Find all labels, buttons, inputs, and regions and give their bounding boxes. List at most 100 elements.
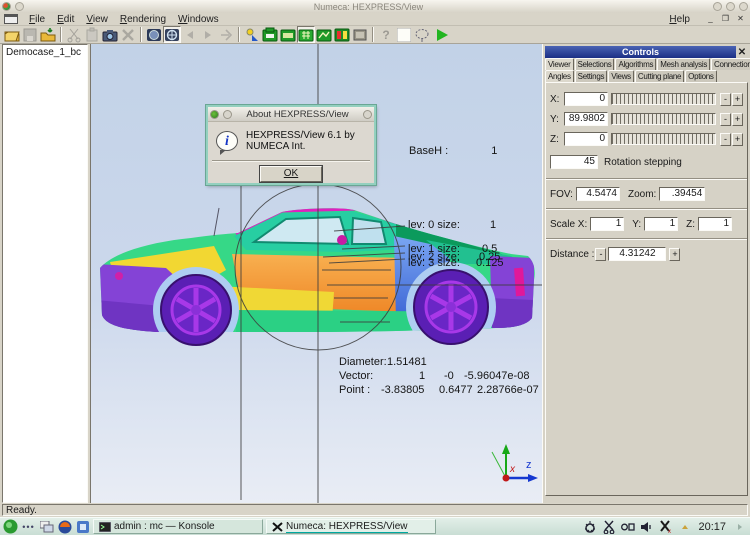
mesh-info-icon[interactable]: [333, 26, 351, 43]
panel-hide-arrow[interactable]: [677, 519, 692, 534]
tab-angles[interactable]: Angles: [545, 70, 574, 82]
tab-options[interactable]: Options: [685, 70, 716, 82]
minimize-button[interactable]: [713, 2, 722, 11]
tab-cutting-plane[interactable]: Cutting plane: [635, 70, 684, 82]
tab-mesh-analysis[interactable]: Mesh analysis: [657, 58, 710, 70]
tab-views[interactable]: Views: [608, 70, 634, 82]
snapshot-icon[interactable]: [101, 26, 119, 43]
menu-help[interactable]: Help: [663, 14, 696, 25]
viewport-3d[interactable]: BaseH : 1 lev: 0 size:1 lev: 1 size:0.5 …: [90, 44, 542, 503]
taskbar: ••• admin : mc — Konsole Numeca: HEXPRES…: [0, 517, 750, 535]
tab-selections[interactable]: Selections: [575, 58, 615, 70]
organizer-icon[interactable]: [620, 519, 635, 534]
delete-icon[interactable]: [119, 26, 137, 43]
y-angle-field[interactable]: 89.9802: [564, 112, 608, 126]
color-swatch[interactable]: [395, 26, 413, 43]
ok-button[interactable]: OK: [260, 166, 322, 182]
menu-rendering[interactable]: Rendering: [114, 14, 172, 25]
scale-y-field[interactable]: 1: [644, 217, 678, 231]
fov-field[interactable]: 4.5474: [576, 187, 620, 201]
mdi-restore-icon[interactable]: ❐: [719, 14, 732, 25]
klipper-icon[interactable]: [601, 519, 616, 534]
status-text: Ready.: [2, 504, 748, 516]
lasso-icon[interactable]: [413, 26, 431, 43]
import-icon[interactable]: [39, 26, 57, 43]
dialog-titlebar[interactable]: About HEXPRESS/View: [208, 107, 374, 122]
tab-connections[interactable]: Connections: [711, 58, 750, 70]
y-angle-slider[interactable]: [611, 113, 716, 125]
x-plus-button[interactable]: +: [732, 93, 743, 106]
dialog-close-icon[interactable]: [363, 110, 372, 119]
task-konsole[interactable]: admin : mc — Konsole: [93, 519, 263, 534]
cut-icon[interactable]: [65, 26, 83, 43]
x-angle-field[interactable]: 0: [564, 92, 608, 106]
tab-settings[interactable]: Settings: [575, 70, 608, 82]
list-item[interactable]: Democase_1_bc: [6, 47, 84, 58]
pager-icon[interactable]: [39, 519, 54, 534]
shaded-mesh-icon[interactable]: [279, 26, 297, 43]
distance-field[interactable]: 4.31242: [608, 247, 666, 261]
close-button[interactable]: [739, 2, 748, 11]
fov-label: FOV:: [550, 189, 573, 200]
bc-list-panel: Democase_1_bc: [2, 44, 88, 503]
rotation-stepping-field[interactable]: 45: [550, 155, 598, 169]
titlebar-menu-icon[interactable]: [15, 2, 24, 11]
panel-end-arrow[interactable]: [732, 519, 747, 534]
y-plus-button[interactable]: +: [732, 113, 743, 126]
distance-minus-button[interactable]: -: [595, 248, 606, 261]
tab-algorithms[interactable]: Algorithms: [615, 58, 656, 70]
menu-file[interactable]: File: [23, 14, 51, 25]
save-project-icon[interactable]: [21, 26, 39, 43]
dialog-menu-icon[interactable]: [223, 110, 232, 119]
clock[interactable]: 20:17: [698, 521, 726, 533]
controls-title[interactable]: Controls: [545, 46, 736, 58]
zoom-field[interactable]: .39454: [659, 187, 705, 201]
toolbar-separator: [140, 27, 142, 42]
probe-icon[interactable]: [243, 26, 261, 43]
z-angle-field[interactable]: 0: [564, 132, 608, 146]
mdi-minimize-icon[interactable]: _: [704, 14, 717, 25]
z-plus-button[interactable]: +: [732, 133, 743, 146]
kmenu-button[interactable]: [3, 519, 18, 534]
paste-icon[interactable]: [83, 26, 101, 43]
keyboard-layout-icon[interactable]: x: [658, 519, 673, 534]
system-tray: x 20:17: [582, 519, 747, 534]
mesh-settings-icon[interactable]: [351, 26, 369, 43]
boundary-mesh-icon[interactable]: [315, 26, 333, 43]
task-hexpress[interactable]: Numeca: HEXPRESS/View: [266, 519, 436, 534]
x-minus-button[interactable]: -: [720, 93, 731, 106]
menu-windows[interactable]: Windows: [172, 14, 225, 25]
redo-view-icon[interactable]: [199, 26, 217, 43]
undo-view-icon[interactable]: [181, 26, 199, 43]
x-angle-slider[interactable]: [611, 93, 716, 105]
browser-icon[interactable]: [57, 519, 72, 534]
mdi-close-icon[interactable]: ✕: [734, 14, 747, 25]
filemanager-icon[interactable]: [75, 519, 90, 534]
distance-plus-button[interactable]: +: [669, 248, 680, 261]
menu-edit[interactable]: Edit: [51, 14, 80, 25]
separator: [546, 208, 747, 210]
z-minus-button[interactable]: -: [720, 133, 731, 146]
menu-view[interactable]: View: [80, 14, 114, 25]
scale-z-field[interactable]: 1: [698, 217, 732, 231]
fit-view-icon[interactable]: [163, 26, 181, 43]
mdi-window-icon[interactable]: [4, 14, 18, 24]
tab-viewer[interactable]: Viewer: [545, 58, 574, 70]
level-0-label: lev: 0 size:1: [408, 219, 460, 231]
grid-mesh-icon[interactable]: [297, 26, 315, 43]
wireframe-mesh-icon[interactable]: [261, 26, 279, 43]
open-project-icon[interactable]: [3, 26, 21, 43]
whats-this-icon[interactable]: ?: [377, 26, 395, 43]
play-icon[interactable]: [433, 26, 451, 43]
rotate-view-icon[interactable]: [145, 26, 163, 43]
scale-x-field[interactable]: 1: [590, 217, 624, 231]
reset-view-icon[interactable]: [217, 26, 235, 43]
y-minus-button[interactable]: -: [720, 113, 731, 126]
maximize-button[interactable]: [726, 2, 735, 11]
volume-icon[interactable]: [639, 519, 654, 534]
z-angle-slider[interactable]: [611, 133, 716, 145]
monitor-applet-icon[interactable]: [582, 519, 597, 534]
controls-close-icon[interactable]: ✕: [736, 47, 748, 58]
toolbar: ?: [0, 26, 750, 44]
applet-handle[interactable]: •••: [21, 519, 36, 534]
